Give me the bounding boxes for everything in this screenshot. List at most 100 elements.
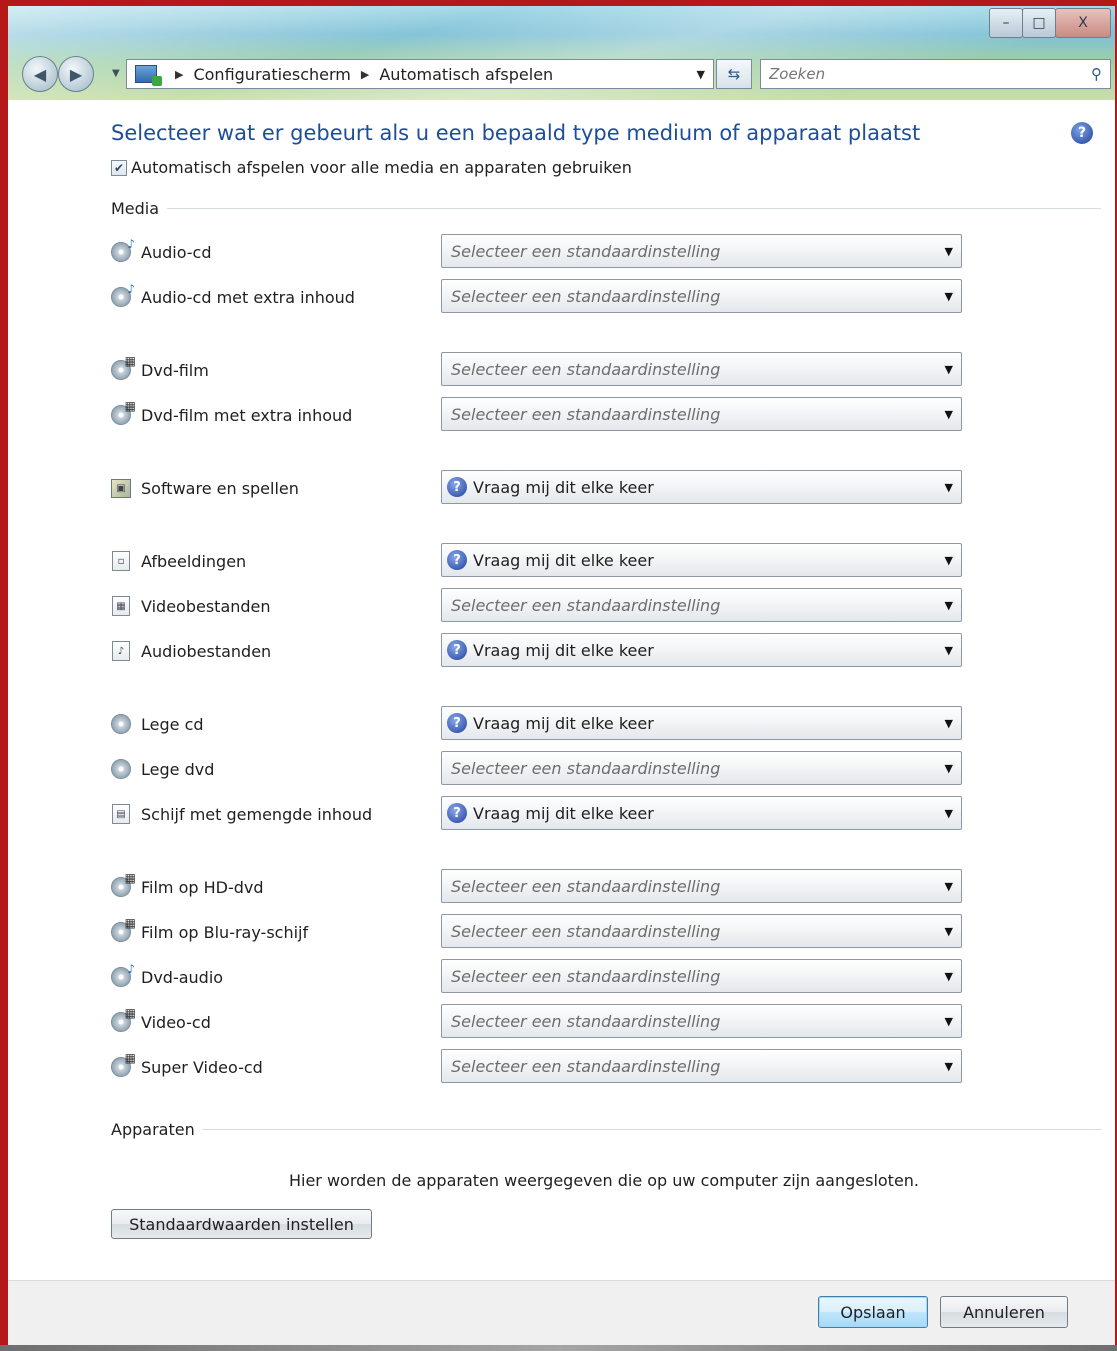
control-panel-icon [135, 65, 162, 86]
dropdown-arrow-icon[interactable]: ▼ [945, 599, 953, 612]
autoplay-action-select[interactable]: Selecteer een standaardinstelling ▼ [441, 959, 962, 993]
breadcrumb-chevron-icon[interactable]: ▶ [175, 68, 183, 81]
dvd-film-icon [111, 871, 136, 897]
dropdown-arrow-icon[interactable]: ▼ [945, 408, 953, 421]
media-label: Dvd-film met extra inhoud [141, 405, 353, 425]
minimize-button[interactable]: – [989, 8, 1023, 38]
media-section-heading: Media [111, 199, 1101, 218]
devices-note: Hier worden de apparaten weergegeven die… [288, 1171, 920, 1190]
dropdown-arrow-icon[interactable]: ▼ [945, 290, 953, 303]
page-title: Selecteer wat er gebeurt als u een bepaa… [111, 121, 921, 145]
content-area: ? Selecteer wat er gebeurt als u een bep… [8, 100, 1115, 1280]
dropdown-arrow-icon[interactable]: ▼ [945, 807, 953, 820]
select-value: Selecteer een standaardinstelling [451, 921, 721, 941]
mixed-content-icon: ▤ [111, 804, 131, 824]
refresh-button[interactable]: ⇆ [716, 59, 752, 89]
refresh-icon: ⇆ [727, 65, 741, 83]
audio-cd-icon [111, 282, 135, 307]
media-label: Film op Blu-ray-schijf [141, 922, 309, 942]
devices-heading: Apparaten [111, 1120, 195, 1139]
media-label: Audio-cd met extra inhoud [141, 287, 355, 307]
address-bar[interactable]: ▶ Configuratiescherm ▶ Automatisch afspe… [126, 59, 714, 89]
dropdown-arrow-icon[interactable]: ▼ [945, 363, 953, 376]
media-row: ▣ Software en spellen? Vraag mij dit elke … [111, 470, 966, 506]
breadcrumb-chevron-icon[interactable]: ▶ [361, 68, 369, 81]
autoplay-action-select[interactable]: ? Vraag mij dit elke keer ▼ [441, 796, 962, 830]
audio-cd-icon [111, 962, 135, 987]
autoplay-action-select[interactable]: Selecteer een standaardinstelling ▼ [441, 869, 962, 903]
dropdown-arrow-icon[interactable]: ▼ [945, 717, 953, 730]
forward-arrow-icon: ▶ [69, 64, 83, 84]
close-button[interactable]: X [1055, 8, 1111, 38]
footer-bar: Opslaan Annuleren [8, 1280, 1115, 1346]
dropdown-arrow-icon[interactable]: ▼ [945, 925, 953, 938]
autoplay-action-select[interactable]: ? Vraag mij dit elke keer ▼ [441, 706, 962, 740]
media-label: Audiobestanden [141, 641, 272, 661]
autoplay-action-select[interactable]: ? Vraag mij dit elke keer ▼ [441, 470, 962, 504]
reset-defaults-button[interactable]: Standaardwaarden instellen [111, 1209, 372, 1239]
dropdown-arrow-icon[interactable]: ▼ [945, 245, 953, 258]
dropdown-arrow-icon[interactable]: ▼ [945, 644, 953, 657]
autoplay-action-select[interactable]: Selecteer een standaardinstelling ▼ [441, 914, 962, 948]
blank-disc-icon [111, 714, 131, 734]
media-row: ▦ Videobestanden Selecteer een standaardin… [111, 588, 966, 624]
autoplay-action-select[interactable]: Selecteer een standaardinstelling ▼ [441, 352, 962, 386]
media-label: Lege dvd [141, 759, 215, 779]
recent-pages-dropdown[interactable]: ▼ [112, 68, 120, 79]
autoplay-action-select[interactable]: Selecteer een standaardinstelling ▼ [441, 751, 962, 785]
media-label: Dvd-audio [141, 967, 224, 987]
dropdown-arrow-icon[interactable]: ▼ [945, 481, 953, 494]
checkbox-checked-icon[interactable]: ✔ [111, 159, 127, 176]
media-row: Dvd-film met extra inhoud Selecteer een s… [111, 397, 966, 433]
autoplay-action-select[interactable]: Selecteer een standaardinstelling ▼ [441, 234, 962, 268]
select-value: Selecteer een standaardinstelling [451, 241, 721, 261]
media-row: Audio-cd Selecteer een standaardinstellin… [111, 234, 966, 270]
media-label: Lege cd [141, 714, 204, 734]
caption-buttons: – □ X [989, 8, 1111, 38]
dropdown-arrow-icon[interactable]: ▼ [945, 970, 953, 983]
media-row: Super Video-cd Selecteer een standaardins… [111, 1049, 966, 1085]
forward-button[interactable]: ▶ [58, 56, 94, 92]
select-value: Selecteer een standaardinstelling [451, 286, 721, 306]
dropdown-arrow-icon[interactable]: ▼ [945, 762, 953, 775]
software-icon: ▣ [111, 478, 131, 498]
help-icon[interactable]: ? [1071, 122, 1093, 144]
search-icon[interactable]: ⚲ [1091, 65, 1102, 83]
autoplay-action-select[interactable]: Selecteer een standaardinstelling ▼ [441, 588, 962, 622]
breadcrumb-autoplay[interactable]: Automatisch afspelen [379, 65, 553, 84]
save-button[interactable]: Opslaan [818, 1296, 928, 1328]
use-autoplay-checkbox[interactable]: ✔ Automatisch afspelen voor alle media e… [111, 158, 632, 177]
maximize-button[interactable]: □ [1022, 8, 1056, 38]
autoplay-action-select[interactable]: Selecteer een standaardinstelling ▼ [441, 279, 962, 313]
autoplay-action-select[interactable]: Selecteer een standaardinstelling ▼ [441, 397, 962, 431]
media-row: ▤ Schijf met gemengde inhoud ? Vraag mij di… [111, 796, 966, 832]
breadcrumb-control-panel[interactable]: Configuratiescherm [193, 65, 350, 84]
media-label: Video-cd [141, 1012, 211, 1032]
use-autoplay-label[interactable]: Automatisch afspelen voor alle media en … [131, 158, 632, 177]
autoplay-action-select[interactable]: Selecteer een standaardinstelling ▼ [441, 1004, 962, 1038]
search-input[interactable] [767, 64, 1071, 84]
media-label: Dvd-film [141, 360, 209, 380]
ask-question-icon: ? [447, 477, 467, 497]
dvd-film-icon [111, 1051, 136, 1077]
ask-question-icon: ? [447, 713, 467, 733]
autoplay-action-select[interactable]: ? Vraag mij dit elke keer ▼ [441, 543, 962, 577]
dropdown-arrow-icon[interactable]: ▼ [945, 554, 953, 567]
media-label: Schijf met gemengde inhoud [141, 804, 373, 824]
dropdown-arrow-icon[interactable]: ▼ [945, 1015, 953, 1028]
dropdown-arrow-icon[interactable]: ▼ [945, 880, 953, 893]
select-value: Selecteer een standaardinstelling [451, 404, 721, 424]
media-label: Afbeeldingen [141, 551, 247, 571]
search-box[interactable]: ⚲ [760, 59, 1111, 89]
autoplay-action-select[interactable]: ? Vraag mij dit elke keer ▼ [441, 633, 962, 667]
address-dropdown-icon[interactable]: ▼ [697, 68, 705, 81]
select-value: Selecteer een standaardinstelling [451, 966, 721, 986]
media-label: Audio-cd [141, 242, 212, 262]
media-row: Dvd-film Selecteer een standaardinstellin… [111, 352, 966, 388]
select-value: Vraag mij dit elke keer [473, 713, 654, 733]
back-button[interactable]: ◀ [22, 56, 58, 92]
cancel-button[interactable]: Annuleren [940, 1296, 1068, 1328]
autoplay-action-select[interactable]: Selecteer een standaardinstelling ▼ [441, 1049, 962, 1083]
dropdown-arrow-icon[interactable]: ▼ [945, 1060, 953, 1073]
media-heading: Media [111, 199, 160, 218]
